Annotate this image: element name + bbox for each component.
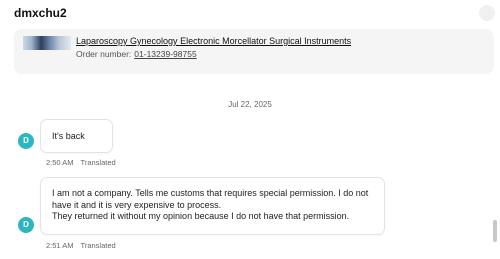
chat-header-username: dmxchu2 [14, 6, 67, 20]
scrollbar-thumb[interactable] [493, 220, 497, 242]
message-meta: 2:50 AM Translated [46, 158, 116, 167]
order-number-label: Order number: [76, 49, 132, 59]
message-text-line: I am not a company. Tells me customs tha… [52, 188, 369, 198]
order-number-link[interactable]: 01-13239-98755 [134, 49, 196, 59]
order-number-row: Order number: 01-13239-98755 [76, 49, 197, 59]
translated-label: Translated [80, 241, 116, 250]
product-title-link[interactable]: Laparoscopy Gynecology Electronic Morcel… [76, 36, 351, 46]
message-bubble: It's back [40, 119, 113, 153]
order-card[interactable]: Laparoscopy Gynecology Electronic Morcel… [14, 29, 494, 74]
date-separator: Jul 22, 2025 [228, 100, 272, 109]
message-bubble: I am not a company. Tells me customs tha… [40, 177, 385, 235]
message-text: It's back [52, 131, 85, 141]
message-time: 2:51 AM [46, 241, 74, 250]
translated-label: Translated [80, 158, 116, 167]
close-button[interactable] [479, 5, 495, 21]
message-time: 2:50 AM [46, 158, 74, 167]
message-text-line: They returned it without my opinion beca… [52, 211, 350, 222]
message-meta: 2:51 AM Translated [46, 241, 116, 250]
sender-avatar[interactable]: D [18, 217, 34, 233]
sender-avatar[interactable]: D [18, 133, 34, 149]
product-thumbnail[interactable] [23, 36, 71, 50]
message-text-line: have it and it is very expensive to proc… [52, 199, 222, 210]
